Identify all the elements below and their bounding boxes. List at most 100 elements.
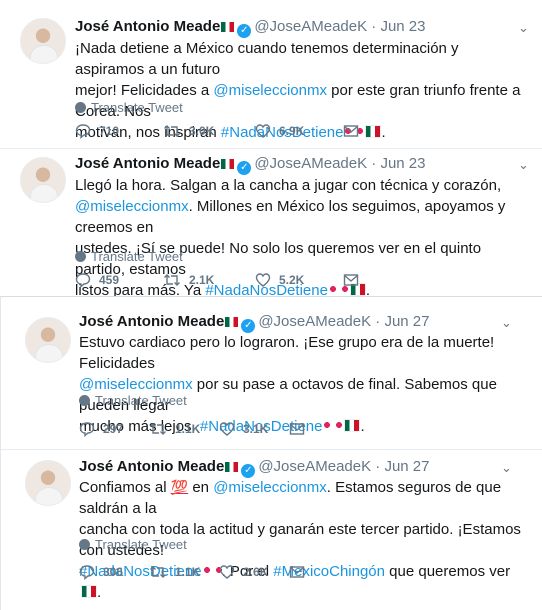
tweet-actions: 297 1.1K 3.1K	[79, 421, 499, 437]
tweet-line: Confiamos al 💯 en @miseleccionmx. Estamo…	[79, 477, 524, 519]
tweet-4[interactable]: José Antonio Meade ✓ @JoseAMeadeK · Jun 27…	[1, 450, 542, 610]
chevron-down-icon[interactable]: ⌄	[501, 316, 513, 329]
author-name[interactable]: José Antonio Meade	[79, 313, 224, 330]
avatar[interactable]	[25, 460, 71, 506]
retweet-count: 1.1K	[175, 565, 201, 579]
like-button[interactable]: 6.9K	[255, 123, 304, 139]
retweet-button[interactable]: 1.1K	[149, 421, 200, 437]
mention-link[interactable]: @miseleccionmx	[213, 479, 327, 496]
retweet-icon	[150, 423, 166, 435]
verified-badge-icon: ✓	[237, 24, 252, 38]
mention-link[interactable]: @miseleccionmx	[213, 82, 327, 99]
retweet-icon	[164, 274, 180, 286]
globe-icon	[79, 395, 90, 406]
mail-icon	[289, 423, 305, 435]
tweet-2[interactable]: José Antonio Meade ✓ @JoseAMeadeK · Jun 23…	[0, 149, 542, 299]
tweet-actions: 306 1.1K 2.6K	[79, 564, 499, 580]
chevron-down-icon[interactable]: ⌄	[518, 21, 530, 34]
reply-count: 459	[99, 273, 120, 287]
reply-button[interactable]: 297	[79, 421, 123, 437]
tweet-date[interactable]: Jun 27	[384, 313, 429, 330]
retweet-button[interactable]: 3.0K	[163, 123, 214, 139]
text-fragment: Confiamos al	[79, 479, 171, 496]
translate-tweet-link[interactable]: Translate Tweet	[79, 393, 187, 409]
reply-count: 306	[103, 565, 124, 579]
verified-badge-icon: ✓	[241, 319, 256, 333]
author-handle[interactable]: @JoseAMeadeK	[258, 458, 371, 475]
direct-message-button[interactable]	[343, 272, 367, 288]
chevron-down-icon[interactable]: ⌄	[501, 461, 513, 474]
like-count: 2.6K	[243, 565, 269, 579]
chevron-down-icon[interactable]: ⌄	[518, 158, 530, 171]
separator-dot: ·	[375, 458, 381, 475]
globe-icon	[79, 539, 90, 550]
author-name[interactable]: José Antonio Meade	[79, 458, 224, 475]
author-handle[interactable]: @JoseAMeadeK	[258, 313, 371, 330]
heart-icon	[219, 422, 235, 436]
separator-dot: ·	[371, 155, 377, 172]
author-name[interactable]: José Antonio Meade	[75, 18, 220, 35]
reply-icon	[79, 565, 95, 580]
like-button[interactable]: 5.2K	[255, 272, 304, 288]
heart-icon	[219, 565, 235, 579]
author-name[interactable]: José Antonio Meade	[75, 155, 220, 172]
like-count: 6.9K	[279, 124, 305, 138]
tweet-line: @miseleccionmx. Millones en México los s…	[75, 196, 525, 238]
globe-icon	[75, 251, 86, 262]
globe-icon	[75, 102, 86, 113]
tweet-date[interactable]: Jun 27	[384, 458, 429, 475]
heart-icon	[255, 124, 271, 138]
retweet-count: 2.1K	[189, 273, 215, 287]
tweet-line: Llegó la hora. Salgan a la cancha a juga…	[75, 177, 502, 194]
retweet-icon	[150, 566, 166, 578]
author-handle[interactable]: @JoseAMeadeK	[254, 18, 367, 35]
like-button[interactable]: 3.1K	[219, 421, 268, 437]
separator-dot: ·	[371, 18, 377, 35]
tweet-actions: 710 3.0K 6.9K	[75, 123, 515, 139]
mention-link[interactable]: @miseleccionmx	[75, 198, 189, 215]
reply-button[interactable]: 710	[75, 123, 119, 139]
reply-button[interactable]: 459	[75, 272, 119, 288]
translate-label: Translate Tweet	[91, 249, 183, 264]
reply-count: 710	[99, 124, 120, 138]
tweet-line: Estuvo cardiaco pero lo lograron. ¡Ese g…	[79, 334, 495, 372]
text-fragment: mejor! Felicidades a	[75, 82, 214, 99]
mention-link[interactable]: @miseleccionmx	[79, 376, 193, 393]
mexico-flag-emoji-icon	[81, 585, 97, 598]
direct-message-button[interactable]	[289, 564, 313, 580]
hundred-points-emoji-icon: 💯	[170, 479, 189, 495]
verified-badge-icon: ✓	[241, 464, 256, 478]
tweet-date[interactable]: Jun 23	[380, 18, 425, 35]
like-count: 5.2K	[279, 273, 305, 287]
direct-message-button[interactable]	[343, 123, 367, 139]
reply-button[interactable]: 306	[79, 564, 123, 580]
mexico-flag-icon	[221, 159, 235, 169]
tweet-header: José Antonio Meade ✓ @JoseAMeadeK · Jun 27	[79, 457, 430, 478]
translate-label: Translate Tweet	[91, 100, 183, 115]
tweet-header: José Antonio Meade ✓ @JoseAMeadeK · Jun 23	[75, 17, 426, 38]
retweet-count: 3.0K	[189, 124, 215, 138]
verified-badge-icon: ✓	[237, 161, 252, 175]
translate-tweet-link[interactable]: Translate Tweet	[75, 249, 183, 265]
translate-tweet-link[interactable]: Translate Tweet	[79, 537, 187, 553]
like-count: 3.1K	[243, 422, 269, 436]
tweet-actions: 459 2.1K 5.2K	[75, 272, 515, 288]
reply-icon	[79, 422, 95, 437]
screenshot-bottom: José Antonio Meade ✓ @JoseAMeadeK · Jun 27…	[0, 296, 542, 610]
retweet-button[interactable]: 2.1K	[163, 272, 214, 288]
avatar[interactable]	[20, 157, 66, 203]
translate-tweet-link[interactable]: Translate Tweet	[75, 100, 183, 116]
retweet-icon	[164, 125, 180, 137]
direct-message-button[interactable]	[289, 421, 313, 437]
like-button[interactable]: 2.6K	[219, 564, 268, 580]
avatar[interactable]	[20, 18, 66, 64]
tweet-date[interactable]: Jun 23	[380, 155, 425, 172]
tweet-1[interactable]: José Antonio Meade ✓ @JoseAMeadeK · Jun 23…	[0, 0, 542, 148]
text-fragment: en	[188, 479, 214, 496]
tweet-header: José Antonio Meade ✓ @JoseAMeadeK · Jun 27	[79, 312, 430, 333]
author-handle[interactable]: @JoseAMeadeK	[254, 155, 367, 172]
avatar[interactable]	[25, 317, 71, 363]
tweet-3[interactable]: José Antonio Meade ✓ @JoseAMeadeK · Jun 27…	[1, 297, 542, 449]
separator-dot: ·	[375, 313, 381, 330]
retweet-button[interactable]: 1.1K	[149, 564, 200, 580]
